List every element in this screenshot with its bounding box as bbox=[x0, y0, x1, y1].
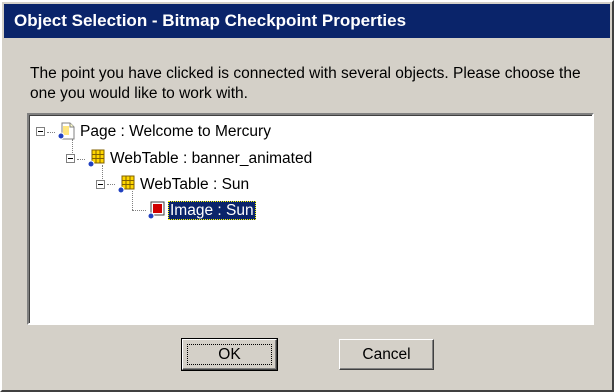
tree-node-label: Page : Welcome to Mercury bbox=[80, 123, 271, 140]
cancel-button-label: Cancel bbox=[362, 346, 411, 363]
object-tree[interactable]: Page : Welcome to Mercury WebTable : ban… bbox=[27, 113, 594, 325]
title-bar[interactable]: Object Selection - Bitmap Checkpoint Pro… bbox=[4, 4, 610, 38]
collapse-toggle-icon[interactable] bbox=[36, 127, 45, 136]
collapse-toggle-icon[interactable] bbox=[66, 154, 75, 163]
image-icon bbox=[146, 200, 166, 220]
dialog-title: Object Selection - Bitmap Checkpoint Pro… bbox=[14, 11, 407, 30]
tree-connector bbox=[107, 184, 115, 185]
focus-rectangle bbox=[187, 344, 272, 365]
instruction-message: The point you have clicked is connected … bbox=[30, 65, 581, 102]
ok-button[interactable]: OK bbox=[181, 338, 278, 371]
tree-connector bbox=[77, 159, 85, 160]
tree-node-label: WebTable : banner_animated bbox=[110, 150, 313, 167]
page-icon bbox=[56, 121, 76, 141]
webtable-icon bbox=[116, 174, 136, 194]
cancel-button[interactable]: Cancel bbox=[339, 339, 434, 370]
tree-connector bbox=[47, 132, 55, 133]
collapse-toggle-icon[interactable] bbox=[96, 180, 105, 189]
tree-connector bbox=[132, 210, 146, 211]
tree-connector bbox=[72, 139, 73, 153]
dialog-window: Object Selection - Bitmap Checkpoint Pro… bbox=[0, 0, 614, 392]
tree-node-label-selected: Image : Sun bbox=[168, 201, 256, 220]
tree-node-label: WebTable : Sun bbox=[140, 176, 250, 193]
webtable-icon bbox=[86, 148, 106, 168]
